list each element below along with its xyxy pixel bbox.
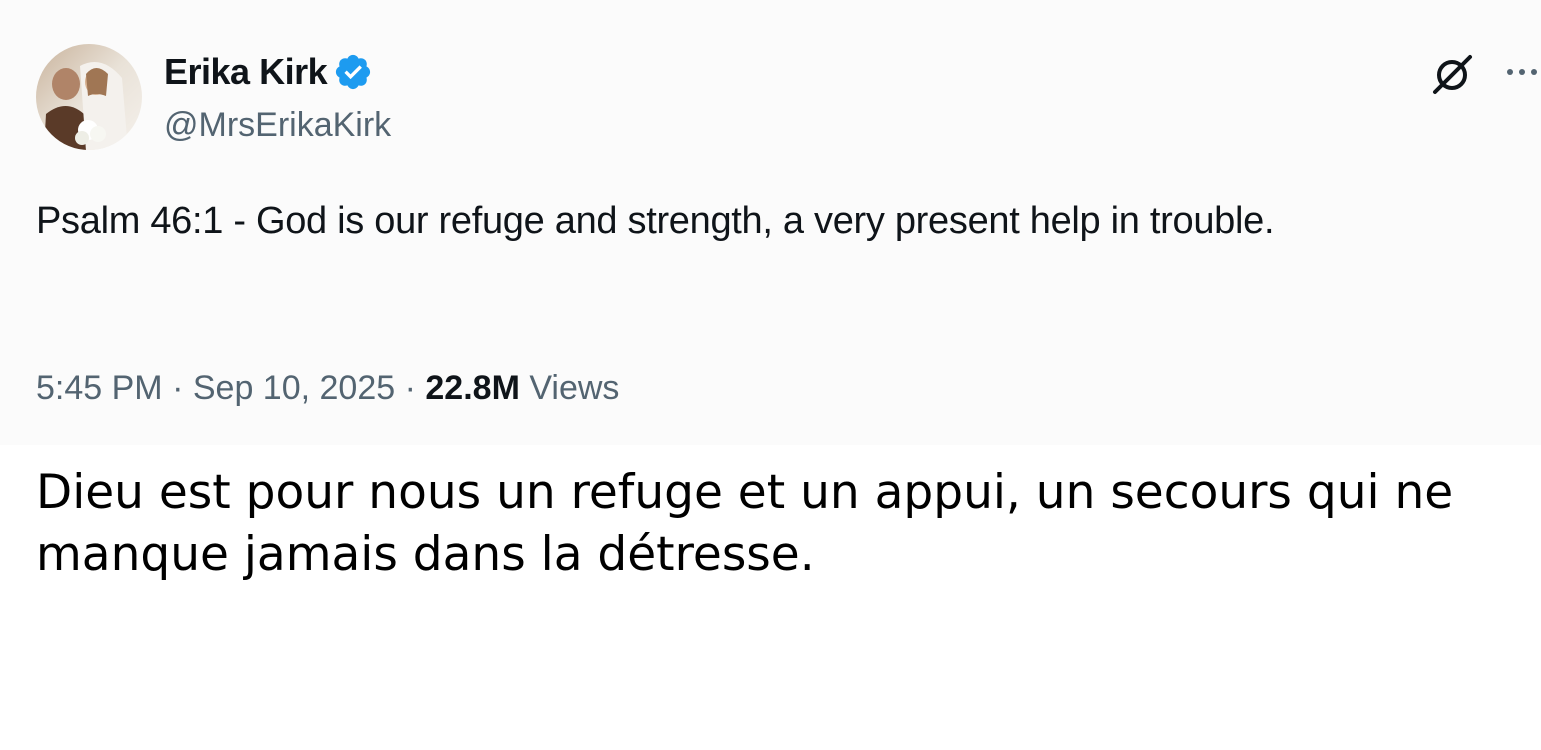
author-handle[interactable]: @MrsErikaKirk <box>164 104 391 146</box>
tweet-time[interactable]: 5:45 PM <box>36 369 163 407</box>
grok-icon[interactable] <box>1430 52 1474 96</box>
views-count[interactable]: 22.8M <box>425 369 520 407</box>
author-name-row[interactable]: Erika Kirk <box>164 50 373 94</box>
avatar[interactable] <box>36 44 142 150</box>
meta-separator: · <box>172 369 184 407</box>
meta-separator: · <box>404 369 416 407</box>
author-display-name[interactable]: Erika Kirk <box>164 50 328 94</box>
tweet-card: Erika Kirk @MrsErikaKirk Psalm 46:1 - Go… <box>0 0 1541 445</box>
tweet-text: Psalm 46:1 - God is our refuge and stren… <box>36 200 1275 242</box>
wedding-photo-avatar-icon <box>36 44 142 150</box>
translation-text: Dieu est pour nous un refuge et un appui… <box>36 465 1454 582</box>
more-icon[interactable] <box>1504 60 1541 84</box>
verified-badge-icon <box>336 54 371 90</box>
tweet-date[interactable]: Sep 10, 2025 <box>193 369 395 407</box>
tweet-metadata: 5:45 PM · Sep 10, 2025 · 22.8M Views <box>36 366 619 410</box>
views-label[interactable]: Views <box>529 369 619 407</box>
